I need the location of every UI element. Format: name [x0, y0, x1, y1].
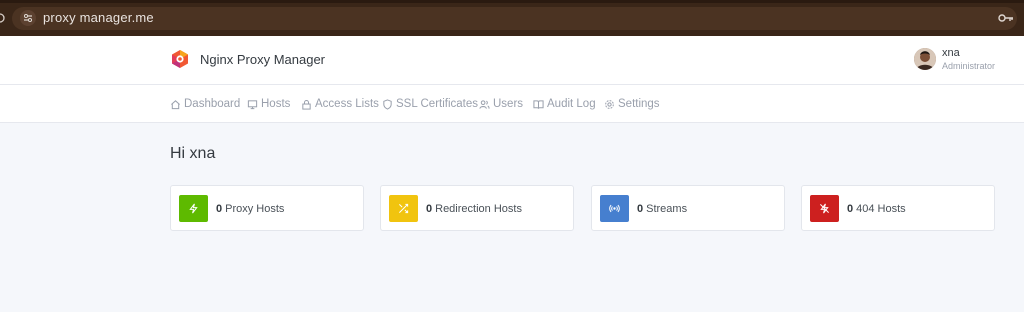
browser-tab-strip	[0, 0, 1024, 3]
stat-label: 0 Redirection Hosts	[426, 203, 522, 215]
page-greeting: Hi xna	[170, 145, 216, 162]
stat-card-streams[interactable]: 0 Streams	[591, 185, 785, 231]
nav-label: Settings	[618, 98, 660, 110]
site-info-icon[interactable]	[20, 10, 36, 26]
nav-label: Hosts	[261, 98, 291, 110]
browser-toolbar: proxy manager.me	[0, 0, 1024, 36]
url-text[interactable]: proxy manager.me	[43, 10, 154, 25]
radio-icon	[609, 204, 620, 213]
users-icon	[479, 99, 490, 109]
nav-label: Audit Log	[547, 98, 596, 110]
stat-label: 0 Proxy Hosts	[216, 203, 284, 215]
shield-icon	[383, 98, 392, 110]
stat-card-proxy-hosts[interactable]: 0 Proxy Hosts	[170, 185, 364, 231]
avatar[interactable]	[914, 48, 936, 70]
nginx-proxy-manager-logo[interactable]	[170, 49, 190, 69]
stat-card-404-hosts[interactable]: 0 404 Hosts	[801, 185, 995, 231]
gear-icon	[605, 99, 614, 109]
address-bar[interactable]	[12, 7, 1017, 30]
stat-count: 0	[637, 203, 644, 215]
user-role: Administrator	[942, 61, 996, 71]
zap-icon	[189, 203, 198, 214]
shuffle-icon	[399, 203, 409, 214]
nav-item-audit-log[interactable]: Audit Log	[533, 97, 596, 111]
stat-name: Proxy Hosts	[225, 203, 285, 215]
nav-item-users[interactable]: Users	[479, 97, 523, 111]
stat-count: 0	[426, 203, 433, 215]
main-nav: Dashboard Hosts Access Lists SSL Certifi…	[0, 85, 1024, 123]
password-key-icon[interactable]	[998, 12, 1014, 24]
reload-icon[interactable]	[0, 11, 6, 25]
stat-label: 0 Streams	[637, 203, 687, 215]
stat-name: Streams	[646, 203, 688, 215]
book-icon	[533, 99, 544, 109]
stat-card-redirection-hosts[interactable]: 0 Redirection Hosts	[380, 185, 574, 231]
stat-name: Redirection Hosts	[435, 203, 522, 215]
nav-label: Dashboard	[184, 98, 241, 110]
nav-label: SSL Certificates	[396, 98, 479, 110]
app-header: Nginx Proxy Manager xna Administrator	[0, 36, 1024, 85]
nav-item-ssl-certificates[interactable]: SSL Certificates	[382, 97, 478, 111]
stat-label: 0 404 Hosts	[847, 203, 906, 215]
nav-label: Access Lists	[315, 98, 379, 110]
stat-count: 0	[847, 203, 854, 215]
nav-item-settings[interactable]: Settings	[604, 97, 660, 111]
nav-item-access-lists[interactable]: Access Lists	[301, 97, 379, 111]
home-icon	[171, 99, 180, 109]
stat-icon-box	[179, 195, 208, 222]
stat-icon-box	[389, 195, 418, 222]
monitor-icon	[247, 99, 258, 109]
nav-item-hosts[interactable]: Hosts	[247, 97, 290, 111]
zap-off-icon	[820, 203, 829, 214]
lock-icon	[302, 99, 311, 110]
stat-icon-box	[600, 195, 629, 222]
nav-label: Users	[493, 98, 524, 110]
brand-name[interactable]: Nginx Proxy Manager	[200, 52, 325, 67]
stat-icon-box	[810, 195, 839, 222]
user-name[interactable]: xna	[942, 47, 960, 59]
stat-count: 0	[216, 203, 223, 215]
nav-item-dashboard[interactable]: Dashboard	[170, 97, 240, 111]
stat-name: 404 Hosts	[856, 203, 906, 215]
